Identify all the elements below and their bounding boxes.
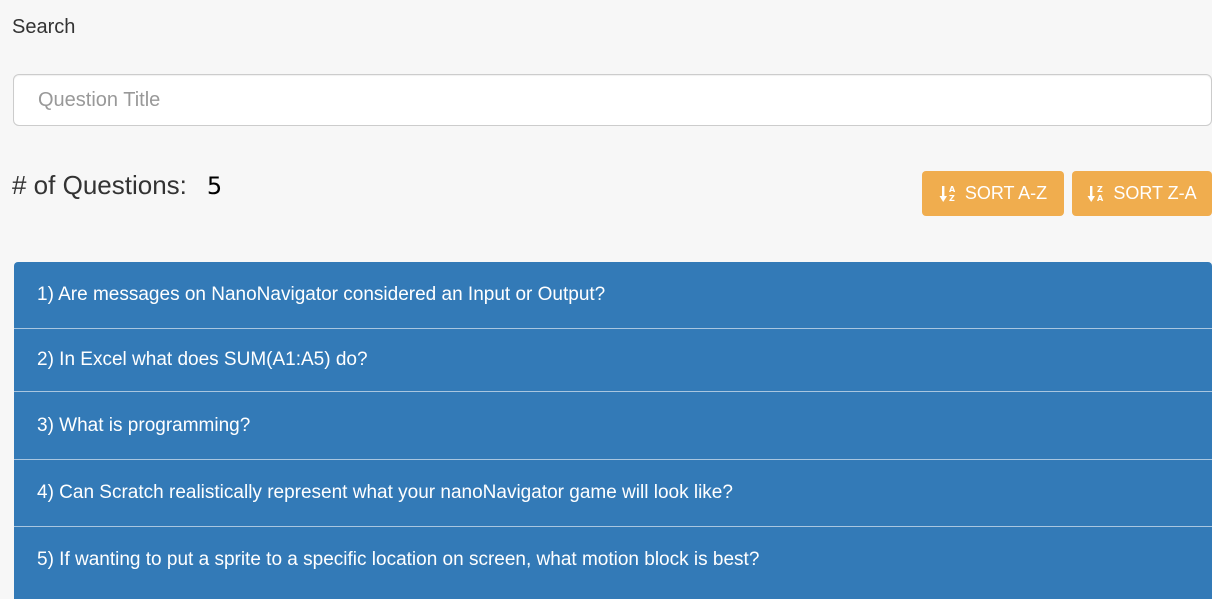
question-title: 2) In Excel what does SUM(A1:A5) do? [37, 349, 368, 370]
question-count: # of Questions: 5 [12, 170, 222, 201]
question-title: 1) Are messages on NanoNavigator conside… [37, 284, 606, 305]
search-input[interactable] [13, 74, 1212, 126]
svg-text:Z: Z [1097, 185, 1103, 194]
search-label: Search [12, 16, 76, 38]
sort-alpha-desc-icon: Z A [1087, 184, 1107, 204]
question-item-1[interactable]: 1) Are messages on NanoNavigator conside… [14, 262, 1212, 329]
sort-z-a-label: SORT Z-A [1113, 183, 1197, 203]
question-title: 4) Can Scratch realistically represent w… [37, 482, 733, 503]
question-item-4[interactable]: 4) Can Scratch realistically represent w… [14, 460, 1212, 527]
sort-z-a-button[interactable]: Z A SORT Z-A [1072, 171, 1212, 216]
question-list: 1) Are messages on NanoNavigator conside… [14, 262, 1212, 599]
question-item-2[interactable]: 2) In Excel what does SUM(A1:A5) do? [14, 329, 1212, 392]
question-title: 5) If wanting to put a sprite to a speci… [37, 549, 760, 570]
sort-alpha-asc-icon: A Z [939, 184, 959, 204]
svg-text:A: A [1097, 194, 1104, 203]
question-item-5[interactable]: 5) If wanting to put a sprite to a speci… [14, 527, 1212, 593]
question-title: 3) What is programming? [37, 414, 251, 436]
svg-text:Z: Z [949, 194, 955, 203]
svg-text:A: A [949, 185, 956, 194]
question-item-3[interactable]: 3) What is programming? [14, 392, 1212, 460]
sort-a-z-label: SORT A-Z [964, 183, 1048, 203]
sort-a-z-button[interactable]: A Z SORT A-Z [922, 171, 1064, 216]
question-count-value: 5 [206, 172, 223, 200]
question-count-label: # of Questions: [12, 170, 187, 200]
